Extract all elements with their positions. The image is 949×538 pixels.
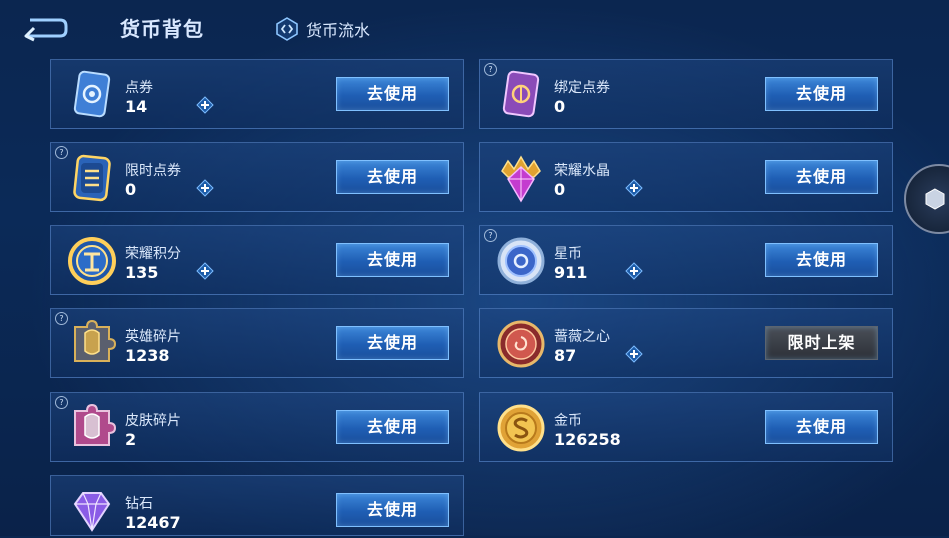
add-plus-icon[interactable] [196, 262, 214, 280]
currency-card-star-coin: ? 星币 911 去使用 [479, 225, 893, 295]
limited-coupon-icon [73, 154, 111, 202]
currency-card-diamond: 钻石 12467 去使用 [50, 475, 464, 536]
currency-name: 蔷薇之心 [554, 329, 610, 345]
bound-coupon-card-icon [502, 70, 540, 118]
hero-fragment-icon [74, 319, 117, 362]
currency-value: 911 [554, 263, 588, 282]
currency-value: 2 [125, 430, 137, 449]
currency-flow-label: 货币流水 [306, 21, 371, 40]
use-button[interactable]: 去使用 [336, 77, 449, 111]
use-button[interactable]: 去使用 [336, 410, 449, 444]
rose-heart-icon [497, 320, 545, 368]
currency-value: 87 [554, 346, 577, 365]
use-button[interactable]: 去使用 [336, 493, 449, 527]
use-button[interactable]: 去使用 [336, 326, 449, 360]
currency-card-gold-coin: 金币 126258 去使用 [479, 392, 893, 462]
currency-value: 1238 [125, 346, 170, 365]
star-coin-icon [497, 237, 545, 285]
coupon-card-icon [73, 70, 111, 118]
currency-name: 英雄碎片 [125, 329, 181, 345]
use-button[interactable]: 去使用 [765, 77, 878, 111]
currency-name: 点券 [125, 80, 153, 96]
currency-card-glory-points: 荣耀积分 135 去使用 [50, 225, 464, 295]
page-title: 货币背包 [120, 17, 204, 41]
currency-value: 0 [554, 180, 566, 199]
side-menu-button[interactable] [904, 164, 949, 234]
currency-name: 绑定点券 [554, 80, 610, 96]
side-menu-hexagon-icon [925, 188, 945, 210]
add-plus-icon[interactable] [625, 262, 643, 280]
currency-name: 钻石 [125, 496, 153, 512]
add-plus-icon[interactable] [196, 179, 214, 197]
currency-card-bound-coupon: ? 绑定点券 0 去使用 [479, 59, 893, 129]
back-arrow-icon[interactable] [20, 14, 68, 42]
currency-card-coupon: 点券 14 去使用 [50, 59, 464, 129]
limited-shelf-button[interactable]: 限时上架 [765, 326, 878, 360]
currency-flow-link[interactable]: 货币流水 [276, 16, 370, 42]
add-plus-icon[interactable] [625, 345, 643, 363]
currency-value: 126258 [554, 430, 621, 449]
diamond-icon [73, 492, 111, 532]
currency-name: 限时点券 [125, 163, 181, 179]
currency-card-limited-coupon: ? 限时点券 0 去使用 [50, 142, 464, 212]
use-button[interactable]: 去使用 [336, 243, 449, 277]
currency-card-rose-heart: 蔷薇之心 87 限时上架 [479, 308, 893, 378]
add-plus-icon[interactable] [625, 179, 643, 197]
currency-card-hero-fragment: ? 英雄碎片 1238 去使用 [50, 308, 464, 378]
currency-name: 星币 [554, 246, 582, 262]
top-bar: 货币背包 货币流水 [0, 0, 949, 56]
currency-value: 0 [554, 97, 566, 116]
currency-value: 135 [125, 263, 159, 282]
use-button[interactable]: 去使用 [765, 160, 878, 194]
gold-coin-icon [497, 404, 545, 452]
skin-fragment-icon [74, 403, 117, 446]
currency-value: 0 [125, 180, 137, 199]
currency-value: 14 [125, 97, 148, 116]
glory-crystal-icon [501, 155, 541, 203]
use-button[interactable]: 去使用 [765, 410, 878, 444]
currency-value: 12467 [125, 513, 181, 532]
use-button[interactable]: 去使用 [765, 243, 878, 277]
currency-name: 荣耀积分 [125, 246, 181, 262]
currency-flow-icon [276, 17, 298, 41]
currency-name: 荣耀水晶 [554, 163, 610, 179]
currency-card-skin-fragment: ? 皮肤碎片 2 去使用 [50, 392, 464, 462]
currency-card-glory-crystal: 荣耀水晶 0 去使用 [479, 142, 893, 212]
currency-name: 金币 [554, 413, 582, 429]
add-plus-icon[interactable] [196, 96, 214, 114]
currency-name: 皮肤碎片 [125, 413, 181, 429]
use-button[interactable]: 去使用 [336, 160, 449, 194]
glory-points-icon [68, 237, 116, 285]
